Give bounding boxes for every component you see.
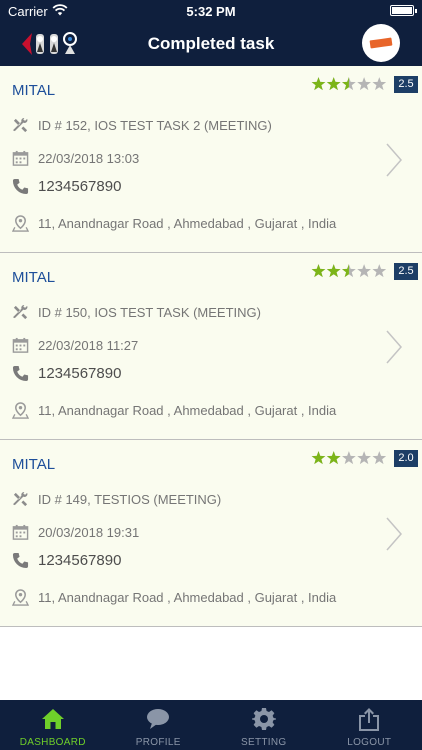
- task-phone[interactable]: 1234567890: [38, 178, 121, 195]
- chat-bubble-icon: [147, 709, 170, 729]
- calendar-icon: [12, 524, 29, 540]
- task-address: 11, Anandnagar Road , Ahmedabad , Gujara…: [38, 403, 337, 418]
- avatar-badge-icon: [369, 37, 393, 49]
- task-title: ID # 150, IOS TEST TASK (MEETING): [38, 305, 261, 320]
- tab-label: SETTING: [241, 737, 287, 748]
- tab-label: LOGOUT: [347, 737, 392, 748]
- avatar[interactable]: [362, 24, 400, 62]
- task-card[interactable]: MITAL 2.5 ID # 150, IOS TEST TASK (MEETI…: [0, 253, 422, 440]
- task-phone[interactable]: 1234567890: [38, 365, 121, 382]
- status-bar: Carrier 5:32 PM: [0, 0, 422, 22]
- tab-logout[interactable]: LOGOUT: [317, 700, 422, 750]
- tab-bar: DASHBOARD PROFILE SETTING LOGOUT: [0, 700, 422, 750]
- task-title: ID # 149, TESTIOS (MEETING): [38, 492, 222, 507]
- calendar-icon: [12, 150, 29, 166]
- home-icon: [41, 709, 64, 729]
- rating-badge: 2.0: [394, 450, 418, 467]
- location-pin-icon: [12, 402, 29, 419]
- task-address: 11, Anandnagar Road , Ahmedabad , Gujara…: [38, 590, 337, 605]
- task-assignee: MITAL: [12, 456, 56, 473]
- share-icon: [359, 708, 380, 731]
- star-filled-icon: [311, 451, 326, 465]
- task-title: ID # 152, IOS TEST TASK 2 (MEETING): [38, 118, 272, 133]
- location-pin-icon: [12, 215, 29, 232]
- page-title: Completed task: [147, 34, 275, 53]
- rating-stars: [311, 451, 387, 465]
- star-filled-icon: [311, 77, 326, 91]
- tab-profile[interactable]: PROFILE: [106, 700, 212, 750]
- task-card[interactable]: MITAL 2.0 ID # 149, TESTIOS (MEETING) 20…: [0, 440, 422, 627]
- rating-stars: [311, 77, 387, 91]
- star-filled-icon: [326, 264, 341, 278]
- phone-icon: [12, 178, 29, 195]
- star-icon: [372, 451, 387, 465]
- star-filled-icon: [326, 451, 341, 465]
- task-datetime: 22/03/2018 11:27: [38, 338, 139, 353]
- chevron-right-icon[interactable]: [386, 517, 402, 551]
- rating-badge: 2.5: [394, 263, 418, 280]
- phone-icon: [12, 552, 29, 569]
- task-assignee: MITAL: [12, 269, 56, 286]
- task-phone[interactable]: 1234567890: [38, 552, 121, 569]
- star-filled-icon: [326, 77, 341, 91]
- tab-setting[interactable]: SETTING: [211, 700, 317, 750]
- star-icon: [342, 451, 356, 465]
- phone-icon: [12, 365, 29, 382]
- tab-dashboard[interactable]: DASHBOARD: [0, 700, 106, 750]
- star-filled-icon: [311, 264, 326, 278]
- star-icon: [357, 451, 371, 465]
- rating-stars: [311, 264, 387, 278]
- location-pin-icon: [12, 589, 29, 606]
- chevron-right-icon[interactable]: [386, 330, 402, 364]
- task-datetime: 22/03/2018 13:03: [38, 151, 140, 166]
- battery-icon: [390, 5, 417, 16]
- task-assignee: MITAL: [12, 82, 56, 99]
- task-datetime: 20/03/2018 19:31: [38, 525, 140, 540]
- star-icon: [357, 77, 371, 91]
- rating-badge: 2.5: [394, 76, 418, 93]
- navigation-bar: Completed task: [0, 22, 422, 66]
- tools-icon: [12, 304, 28, 320]
- clock: 5:32 PM: [186, 4, 236, 19]
- task-card[interactable]: MITAL 2.5 ID # 152, IOS TEST TASK 2 (MEE…: [0, 66, 422, 253]
- star-icon: [372, 77, 387, 91]
- star-icon: [372, 264, 387, 278]
- gear-icon: [251, 708, 276, 730]
- tools-icon: [12, 491, 28, 507]
- tab-label: DASHBOARD: [19, 737, 86, 748]
- calendar-icon: [12, 337, 29, 353]
- task-list: MITAL 2.5 ID # 152, IOS TEST TASK 2 (MEE…: [0, 66, 422, 627]
- chevron-right-icon[interactable]: [386, 143, 402, 177]
- tools-icon: [12, 117, 28, 133]
- task-address: 11, Anandnagar Road , Ahmedabad , Gujara…: [38, 216, 337, 231]
- tab-label: PROFILE: [135, 737, 181, 748]
- star-icon: [357, 264, 371, 278]
